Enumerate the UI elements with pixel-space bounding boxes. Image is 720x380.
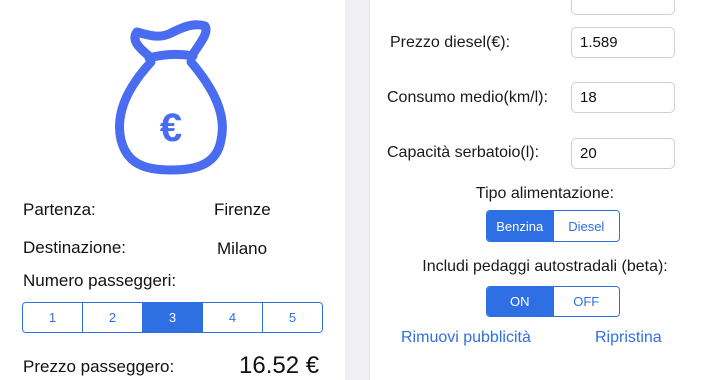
prezzo-diesel-field[interactable]	[571, 27, 675, 58]
trip-summary-panel: € Partenza: Firenze Destinazione: Milano…	[0, 0, 345, 380]
pedaggi-label: Includi pedaggi autostradali (beta):	[422, 258, 668, 275]
prezzo-diesel-label: Prezzo diesel(€):	[390, 34, 511, 51]
partenza-label: Partenza:	[23, 200, 96, 219]
alimentazione-option-benzina[interactable]: Benzina	[487, 211, 553, 241]
pedaggi-option-on[interactable]: ON	[487, 287, 553, 316]
capacita-serbatoio-field[interactable]	[571, 138, 675, 169]
passeggeri-option-4[interactable]: 4	[202, 303, 262, 332]
passeggeri-segmented-control: 12345	[22, 302, 323, 333]
destinazione-label: Destinazione:	[23, 238, 127, 257]
prezzo-passeggero-label: Prezzo passeggero:	[23, 357, 175, 376]
passeggeri-option-1[interactable]: 1	[23, 303, 82, 332]
tipo-alimentazione-segmented-control: Benzina Diesel	[486, 210, 620, 242]
prezzo-passeggero-value: 16.52 €	[239, 352, 320, 379]
capacita-serbatoio-label: Capacità serbatoio(l):	[387, 144, 540, 161]
passeggeri-option-2[interactable]: 2	[82, 303, 142, 332]
alimentazione-option-diesel[interactable]: Diesel	[552, 211, 619, 241]
pedaggi-option-off[interactable]: OFF	[552, 287, 619, 316]
settings-panel: Prezzo diesel(€): Consumo medio(km/l): C…	[370, 0, 720, 380]
partenza-value: Firenze	[214, 200, 271, 219]
money-bag-euro-icon: €	[115, 20, 227, 175]
passeggeri-option-3[interactable]: 3	[142, 303, 202, 332]
svg-text:€: €	[160, 106, 182, 150]
destinazione-value: Milano	[217, 239, 268, 258]
rimuovi-pubblicita-link[interactable]: Rimuovi pubblicità	[401, 329, 531, 347]
tipo-alimentazione-label: Tipo alimentazione:	[475, 185, 615, 202]
consumo-medio-field[interactable]	[571, 82, 675, 113]
passeggeri-label: Numero passeggeri:	[23, 271, 177, 290]
top-cropped-field[interactable]	[571, 0, 675, 15]
consumo-medio-label: Consumo medio(km/l):	[387, 89, 548, 106]
passeggeri-option-5[interactable]: 5	[262, 303, 322, 332]
ripristina-link[interactable]: Ripristina	[595, 329, 662, 347]
pedaggi-toggle: ON OFF	[486, 286, 620, 317]
